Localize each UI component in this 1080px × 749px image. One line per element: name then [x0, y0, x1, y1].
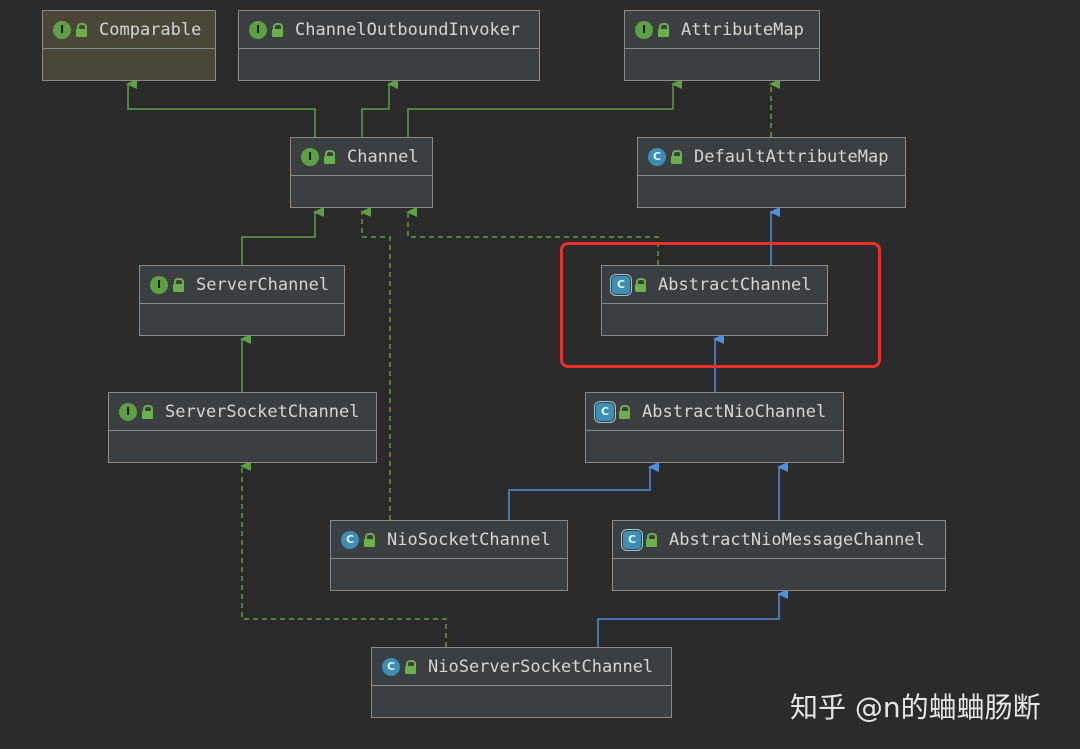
node-label: NioSocketChannel	[387, 529, 551, 550]
node-default-attribute-map[interactable]: C DefaultAttributeMap	[637, 137, 906, 208]
interface-badge-icon: I	[53, 20, 71, 39]
node-label: DefaultAttributeMap	[694, 146, 889, 167]
edge-channel-comparable	[126, 79, 316, 137]
public-lock-icon	[657, 22, 671, 38]
public-lock-icon	[618, 404, 632, 420]
edge-serverchannel-channel	[241, 207, 324, 265]
class-badge-icon: C	[341, 530, 359, 549]
node-label: AbstractNioMessageChannel	[669, 529, 925, 550]
edge-channel-outbound	[361, 79, 398, 137]
class-badge-icon: C	[648, 147, 666, 166]
node-label: Channel	[347, 146, 419, 167]
public-lock-icon	[404, 659, 418, 675]
abstract-class-badge-icon: C	[621, 528, 643, 551]
node-channel-outbound-invoker[interactable]: I ChannelOutboundInvoker	[238, 10, 540, 81]
edge-niosocketchannel-abstractniochannel	[508, 462, 659, 520]
public-lock-icon	[75, 22, 89, 38]
abstract-class-badge-icon: C	[594, 400, 616, 423]
public-lock-icon	[645, 532, 659, 548]
public-lock-icon	[271, 22, 285, 38]
node-abstract-nio-message-channel[interactable]: C AbstractNioMessageChannel	[612, 520, 946, 591]
node-label: ServerSocketChannel	[165, 401, 360, 422]
public-lock-icon	[172, 277, 186, 293]
class-badge-icon: C	[382, 657, 400, 676]
interface-badge-icon: I	[119, 402, 137, 421]
highlight-box	[560, 242, 881, 368]
diagram-edges	[126, 79, 788, 647]
public-lock-icon	[670, 149, 684, 165]
interface-badge-icon: I	[249, 20, 267, 39]
node-channel[interactable]: I Channel	[290, 137, 433, 208]
public-lock-icon	[323, 149, 337, 165]
node-label: Comparable	[99, 19, 202, 40]
node-comparable[interactable]: I Comparable	[42, 10, 216, 81]
node-abstract-nio-channel[interactable]: C AbstractNioChannel	[585, 392, 844, 463]
node-nio-socket-channel[interactable]: C NioSocketChannel	[330, 520, 568, 591]
node-server-channel[interactable]: I ServerChannel	[139, 265, 345, 336]
node-label: ChannelOutboundInvoker	[295, 19, 521, 40]
interface-badge-icon: I	[301, 147, 319, 166]
public-lock-icon	[141, 404, 155, 420]
node-label: NioServerSocketChannel	[428, 656, 654, 677]
public-lock-icon	[363, 532, 377, 548]
edge-nioserversocketchannel-abstractniomessagechannel	[597, 589, 788, 647]
watermark: 知乎 @n的蛐蛐肠断	[790, 691, 1041, 724]
node-attribute-map[interactable]: I AttributeMap	[624, 10, 820, 81]
node-nio-server-socket-channel[interactable]: C NioServerSocketChannel	[371, 647, 672, 718]
edge-channel-attributemap	[407, 79, 682, 137]
interface-badge-icon: I	[635, 20, 653, 39]
edge-niosocketchannel-channel	[360, 207, 391, 520]
node-label: ServerChannel	[196, 274, 330, 295]
node-label: AbstractNioChannel	[642, 401, 827, 422]
interface-badge-icon: I	[150, 275, 168, 294]
node-label: AttributeMap	[681, 19, 804, 40]
node-server-socket-channel[interactable]: I ServerSocketChannel	[108, 392, 377, 463]
